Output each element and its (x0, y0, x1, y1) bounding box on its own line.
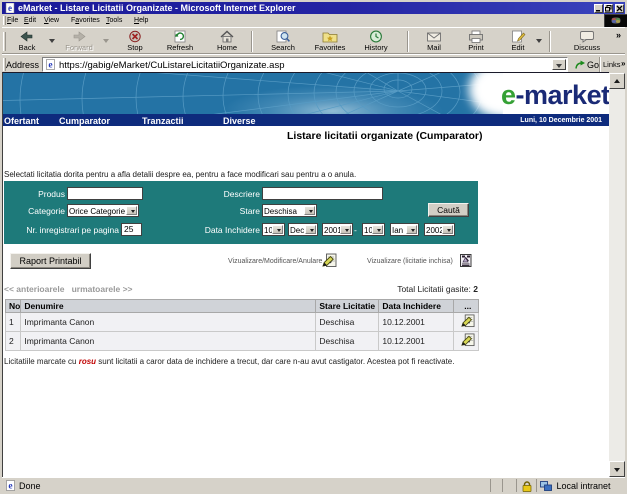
svg-text:e: e (48, 61, 52, 71)
svg-text:e: e (8, 3, 12, 13)
svg-text:e: e (8, 482, 12, 492)
